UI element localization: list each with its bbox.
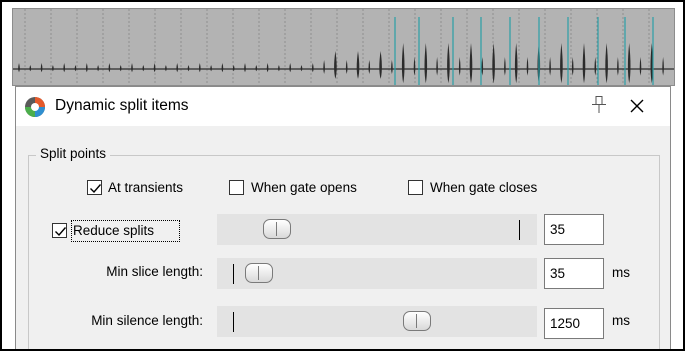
min-silence-length-value-field[interactable]: 1250 bbox=[544, 308, 604, 339]
waveform-transient bbox=[514, 43, 518, 84]
waveform-transient bbox=[40, 63, 43, 73]
min-slice-length-unit: ms bbox=[612, 265, 630, 280]
waveform-transient bbox=[63, 63, 65, 73]
waveform-transient bbox=[617, 57, 619, 76]
dynamic-split-dialog: Dynamic split items Split points At tran… bbox=[15, 86, 671, 349]
waveform-transient bbox=[549, 57, 551, 76]
waveform-transient bbox=[594, 57, 597, 76]
waveform-transient bbox=[413, 57, 416, 76]
waveform-transient bbox=[401, 43, 405, 84]
when-gate-opens-label[interactable]: When gate opens bbox=[251, 180, 357, 195]
waveform-transient bbox=[199, 63, 201, 73]
when-gate-closes-checkbox[interactable] bbox=[408, 180, 423, 195]
waveform-transient bbox=[458, 57, 461, 76]
waveform-transient bbox=[481, 57, 484, 76]
waveform-transient bbox=[187, 65, 190, 72]
waveform-transient bbox=[391, 60, 393, 74]
waveform-transient bbox=[356, 51, 360, 79]
slider-start-tick bbox=[233, 312, 234, 332]
reaper-logo-icon bbox=[25, 97, 45, 117]
waveform-transient bbox=[210, 65, 212, 72]
dialog-titlebar: Dynamic split items bbox=[16, 87, 670, 126]
waveform-transient bbox=[436, 57, 438, 76]
waveform-transient bbox=[29, 65, 32, 72]
waveform-transient bbox=[639, 57, 642, 76]
waveform-transient bbox=[571, 57, 574, 76]
min-silence-length-label: Min silence length: bbox=[91, 313, 203, 328]
min-slice-length-slider[interactable] bbox=[217, 258, 537, 289]
waveform-transient bbox=[266, 63, 269, 73]
waveform-transient bbox=[582, 43, 586, 84]
waveform-transient bbox=[560, 43, 563, 84]
waveform-transient bbox=[119, 65, 122, 72]
waveform-display bbox=[12, 8, 675, 86]
waveform-transient bbox=[176, 63, 178, 73]
at-transients-checkbox[interactable] bbox=[87, 180, 102, 195]
close-icon[interactable] bbox=[628, 97, 646, 115]
check-mark-icon bbox=[55, 227, 67, 237]
waveform-transient bbox=[334, 51, 337, 79]
waveform-transient bbox=[323, 60, 325, 74]
waveform-transient bbox=[108, 63, 111, 73]
waveform-transient bbox=[221, 63, 224, 73]
when-gate-opens-checkbox[interactable] bbox=[229, 180, 244, 195]
waveform-transient bbox=[504, 57, 506, 76]
split-points-label: Split points bbox=[36, 146, 111, 161]
waveform-transient bbox=[345, 60, 348, 74]
waveform-transient bbox=[300, 65, 303, 72]
reduce-splits-slider[interactable] bbox=[217, 214, 537, 245]
pin-icon[interactable] bbox=[590, 95, 608, 115]
at-transients-label[interactable]: At transients bbox=[108, 180, 183, 195]
waveform-transient bbox=[142, 65, 145, 72]
waveform-transient bbox=[289, 63, 291, 73]
reduce-splits-label[interactable]: Reduce splits bbox=[73, 223, 154, 238]
waveform-transient bbox=[469, 43, 473, 84]
waveform-transient bbox=[424, 43, 428, 84]
dialog-title: Dynamic split items bbox=[55, 97, 189, 114]
slider-end-tick bbox=[519, 220, 520, 240]
waveform-transient bbox=[97, 65, 99, 72]
reduce-splits-slider-thumb[interactable] bbox=[263, 219, 291, 239]
min-silence-length-slider[interactable] bbox=[217, 306, 537, 337]
min-slice-length-value-field[interactable]: 35 bbox=[544, 258, 604, 289]
min-slice-length-slider-thumb[interactable] bbox=[244, 263, 273, 283]
waveform-transient bbox=[278, 65, 280, 72]
min-silence-length-unit: ms bbox=[612, 313, 630, 328]
check-mark-icon bbox=[90, 184, 102, 194]
waveform-transient bbox=[662, 57, 664, 76]
waveform-transient bbox=[244, 63, 246, 73]
waveform-transient bbox=[312, 63, 314, 73]
waveform-transient bbox=[627, 43, 631, 84]
min-silence-length-slider-thumb[interactable] bbox=[403, 311, 432, 331]
waveform-transient bbox=[131, 63, 133, 73]
when-gate-closes-label[interactable]: When gate closes bbox=[430, 180, 537, 195]
waveform-svg bbox=[13, 9, 674, 85]
waveform-transient bbox=[165, 65, 167, 72]
waveform-transient bbox=[74, 65, 77, 72]
waveform-transient bbox=[255, 65, 258, 72]
waveform-transient bbox=[368, 60, 371, 74]
reduce-splits-checkbox[interactable] bbox=[52, 223, 67, 238]
waveform-transient bbox=[605, 43, 608, 84]
waveform-transient bbox=[18, 63, 20, 73]
waveform-transient bbox=[52, 65, 54, 72]
screenshot-frame: Dynamic split items Split points At tran… bbox=[0, 0, 685, 351]
waveform-transient bbox=[447, 43, 450, 84]
slider-start-tick bbox=[233, 264, 234, 284]
waveform-transient bbox=[526, 57, 529, 76]
waveform-transient bbox=[86, 63, 88, 73]
waveform-transient bbox=[379, 51, 382, 79]
min-slice-length-label: Min slice length: bbox=[106, 264, 203, 279]
reduce-splits-value-field[interactable]: 35 bbox=[544, 214, 604, 245]
